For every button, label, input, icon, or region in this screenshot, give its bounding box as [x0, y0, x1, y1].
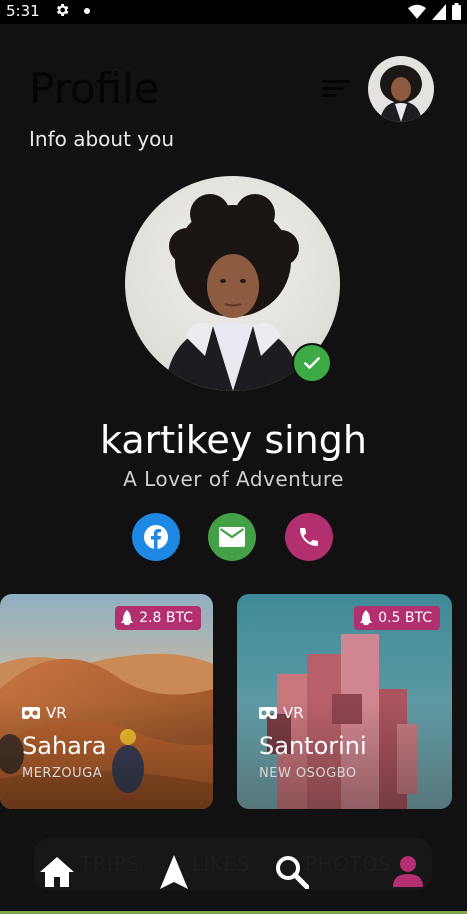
tab-photos[interactable]: PHOTOS: [305, 852, 392, 876]
tab-likes[interactable]: LIKES: [192, 852, 250, 876]
trip-card-sahara[interactable]: 2.8 BTC VR Sahara MERZOUGA: [0, 594, 213, 809]
wifi-icon: [408, 4, 426, 19]
status-time: 5:31: [6, 2, 40, 20]
navigation-icon[interactable]: [160, 855, 188, 889]
home-icon[interactable]: [40, 856, 74, 888]
region-name: NEW OSOGBO: [259, 766, 357, 781]
status-bar: 5:31: [0, 0, 467, 24]
email-button[interactable]: [208, 513, 256, 561]
sort-menu-icon[interactable]: [322, 78, 352, 100]
phone-button[interactable]: [285, 513, 333, 561]
person-icon[interactable]: [393, 855, 423, 887]
vr-headset-icon: [259, 707, 277, 719]
vr-text: VR: [283, 704, 304, 722]
facebook-button[interactable]: [132, 513, 180, 561]
profile-name: kartikey singh: [100, 418, 367, 462]
page-title: Profile: [29, 64, 160, 113]
region-name: MERZOUGA: [22, 766, 103, 781]
phone-icon: [300, 528, 318, 546]
gear-icon: [56, 4, 69, 16]
signal-icon: [432, 3, 446, 20]
mail-icon: [219, 527, 245, 547]
price-text: 2.8 BTC: [139, 610, 193, 626]
price-text: 0.5 BTC: [378, 610, 432, 626]
vr-headset-icon: [22, 707, 40, 719]
page-subtitle: Info about you: [29, 127, 175, 151]
verified-badge-icon: [292, 343, 332, 383]
rocket-icon: [121, 610, 134, 625]
rocket-icon: [360, 610, 373, 625]
price-badge: 2.8 BTC: [115, 606, 201, 630]
battery-icon: [452, 3, 461, 20]
price-badge: 0.5 BTC: [354, 606, 440, 630]
search-icon[interactable]: [275, 855, 309, 889]
notification-dot-icon: [84, 8, 90, 14]
facebook-icon: [144, 525, 168, 549]
profile-tagline: A Lover of Adventure: [123, 467, 344, 491]
vr-label: VR: [22, 704, 67, 722]
tab-trips[interactable]: TRIPS: [80, 852, 139, 876]
vr-label: VR: [259, 704, 304, 722]
place-name: Sahara: [22, 732, 107, 760]
place-name: Santorini: [259, 732, 367, 760]
trip-card-santorini[interactable]: 0.5 BTC VR Santorini NEW OSOGBO: [237, 594, 452, 809]
vr-text: VR: [46, 704, 67, 722]
avatar[interactable]: [368, 56, 434, 122]
